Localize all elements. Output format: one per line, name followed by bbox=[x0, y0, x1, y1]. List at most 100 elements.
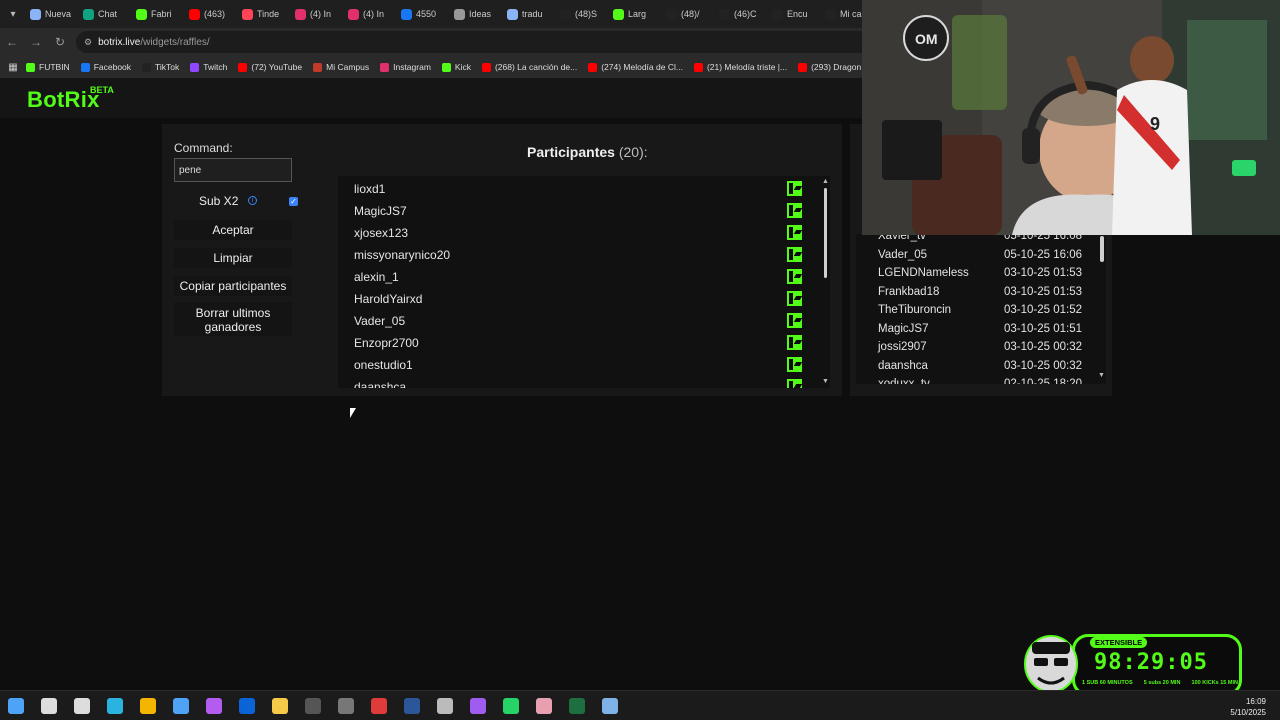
participant-row[interactable]: onestudio1 bbox=[338, 354, 830, 376]
apps-grid-icon[interactable]: ▦ bbox=[0, 62, 26, 73]
raffle-panel: Command: Sub X2 i ✓ Aceptar Limpiar Copi… bbox=[162, 124, 842, 396]
bookmark-item[interactable]: Twitch bbox=[190, 62, 227, 72]
tab-label: (4) In bbox=[363, 9, 385, 19]
tab-label: Chat bbox=[98, 9, 118, 19]
participant-row[interactable]: Enzopr2700 bbox=[338, 332, 830, 354]
chrome-icon[interactable] bbox=[140, 698, 156, 714]
tab-label: Encu bbox=[787, 9, 808, 19]
search-icon[interactable] bbox=[41, 698, 57, 714]
mouse-cursor-icon bbox=[350, 408, 356, 418]
scroll-up-icon[interactable]: ▲ bbox=[822, 178, 829, 185]
kick-icon bbox=[787, 247, 802, 262]
scroll-down-icon[interactable]: ▼ bbox=[822, 378, 829, 385]
winners-list[interactable]: Xavier_tv 05-10-25 16:08 Vader_05 05-10-25 … bbox=[856, 234, 1106, 384]
svg-text:9: 9 bbox=[1150, 114, 1160, 134]
browser-tab[interactable]: Encu bbox=[768, 3, 820, 25]
bookmark-item[interactable]: TikTok bbox=[142, 62, 179, 72]
winner-row: jossi2907 03-10-25 00:32 bbox=[856, 339, 1106, 357]
clear-button[interactable]: Limpiar bbox=[174, 248, 292, 268]
tab-label: Larg bbox=[628, 9, 647, 19]
forward-icon[interactable]: → bbox=[24, 35, 48, 49]
tray-clock[interactable]: 16:09 5/10/2025 bbox=[1230, 696, 1266, 718]
windows-start-icon[interactable] bbox=[8, 698, 24, 714]
winner-row: xoduxx_tv 02-10-25 18:20 bbox=[856, 376, 1106, 384]
store-icon[interactable] bbox=[173, 698, 189, 714]
logitech-icon[interactable] bbox=[437, 698, 453, 714]
tab-favicon-icon bbox=[348, 8, 359, 20]
word-icon[interactable] bbox=[404, 698, 420, 714]
browser-tab[interactable]: (4) In bbox=[344, 3, 396, 25]
site-info-icon[interactable]: ⚙ bbox=[84, 37, 92, 48]
browser-tab[interactable]: (46)C bbox=[715, 3, 767, 25]
tray-date: 5/10/2025 bbox=[1230, 708, 1266, 717]
scroll-down-icon[interactable]: ▼ bbox=[1098, 372, 1105, 379]
bookmark-item[interactable]: FUTBIN bbox=[26, 62, 70, 72]
outlook-icon[interactable] bbox=[239, 698, 255, 714]
bookmark-item[interactable]: (21) Melodía triste |... bbox=[693, 62, 787, 72]
participant-row[interactable]: xjosex123 bbox=[338, 222, 830, 244]
copy-participants-button[interactable]: Copiar participantes bbox=[174, 276, 292, 296]
participant-row[interactable]: daanshca bbox=[338, 376, 830, 388]
bookmark-item[interactable]: Mi Campus bbox=[313, 62, 369, 72]
browser-tab[interactable]: Fabri bbox=[132, 3, 184, 25]
sub-x2-checkbox[interactable]: ✓ bbox=[289, 197, 298, 206]
delete-last-winners-button[interactable]: Borrar ultimos ganadores bbox=[174, 302, 292, 336]
participants-title-text: Participantes bbox=[527, 144, 615, 160]
reload-icon[interactable]: ↻ bbox=[48, 35, 72, 49]
participant-row[interactable]: MagicJS7 bbox=[338, 200, 830, 222]
whatsapp-icon[interactable] bbox=[503, 698, 519, 714]
participants-count: (20): bbox=[618, 144, 648, 160]
browser-tab[interactable]: (463) bbox=[185, 3, 237, 25]
explorer-icon[interactable] bbox=[272, 698, 288, 714]
winner-row: daanshca 03-10-25 00:32 bbox=[856, 358, 1106, 376]
browser-tab[interactable]: Chat bbox=[79, 3, 131, 25]
participant-row[interactable]: alexin_1 bbox=[338, 266, 830, 288]
obs-icon[interactable] bbox=[305, 698, 321, 714]
participant-name: daanshca bbox=[354, 380, 407, 388]
browser-tab[interactable]: (4) In bbox=[291, 3, 343, 25]
browser-tab[interactable]: (48)/ bbox=[662, 3, 714, 25]
botrix-logo[interactable]: BotRix bbox=[27, 87, 100, 113]
app-pink-icon[interactable] bbox=[536, 698, 552, 714]
info-icon[interactable]: i bbox=[248, 196, 257, 205]
copilot-icon[interactable] bbox=[206, 698, 222, 714]
browser-tab[interactable]: tradu bbox=[503, 3, 555, 25]
bookmark-item[interactable]: (72) YouTube bbox=[238, 62, 302, 72]
browser-tab[interactable]: 4550 bbox=[397, 3, 449, 25]
participant-row[interactable]: Vader_05 bbox=[338, 310, 830, 332]
participant-row[interactable]: missyonarynico20 bbox=[338, 244, 830, 266]
participants-scrollbar[interactable]: ▲ ▼ bbox=[822, 176, 830, 388]
browser-tab[interactable]: Ideas bbox=[450, 3, 502, 25]
bookmark-item[interactable]: Kick bbox=[441, 62, 471, 72]
participant-row[interactable]: HaroldYairxd bbox=[338, 288, 830, 310]
bookmark-item[interactable]: Facebook bbox=[80, 62, 131, 72]
browser-tab[interactable]: Nueva bbox=[26, 3, 78, 25]
notepad-icon[interactable] bbox=[602, 698, 618, 714]
bookmark-item[interactable]: (268) La canción de... bbox=[481, 62, 577, 72]
app-icon[interactable] bbox=[338, 698, 354, 714]
bookmark-item[interactable]: Instagram bbox=[380, 62, 431, 72]
browser-tab[interactable]: Larg bbox=[609, 3, 661, 25]
accept-button[interactable]: Aceptar bbox=[174, 220, 292, 240]
task-view-icon[interactable] bbox=[74, 698, 90, 714]
scroll-thumb[interactable] bbox=[824, 188, 827, 278]
messenger-icon[interactable] bbox=[470, 698, 486, 714]
winner-row: LGENDNameless 03-10-25 01:53 bbox=[856, 265, 1106, 283]
tab-search-icon[interactable]: ▾ bbox=[0, 9, 26, 20]
tab-favicon-icon bbox=[825, 8, 836, 20]
winners-scroll-thumb[interactable] bbox=[1100, 236, 1104, 262]
beta-badge: BETA bbox=[90, 85, 114, 95]
edge-icon[interactable] bbox=[107, 698, 123, 714]
url-field[interactable]: ⚙ botrix.live/widgets/raffles/ bbox=[76, 31, 876, 53]
browser-tab[interactable]: (48)S bbox=[556, 3, 608, 25]
command-input[interactable] bbox=[174, 158, 292, 182]
participants-list[interactable]: lioxd1 MagicJS7 xjosex123 missyonarynico20 a… bbox=[338, 176, 830, 388]
participant-row[interactable]: lioxd1 bbox=[338, 178, 830, 200]
browser-tab[interactable]: Tinde bbox=[238, 3, 290, 25]
excel-icon[interactable] bbox=[569, 698, 585, 714]
app-red-icon[interactable] bbox=[371, 698, 387, 714]
back-icon[interactable]: ← bbox=[0, 35, 24, 49]
url-host: botrix.live bbox=[98, 36, 141, 48]
bookmark-item[interactable]: (274) Melodía de Cl... bbox=[588, 62, 683, 72]
winner-row: Vader_05 05-10-25 16:06 bbox=[856, 247, 1106, 265]
